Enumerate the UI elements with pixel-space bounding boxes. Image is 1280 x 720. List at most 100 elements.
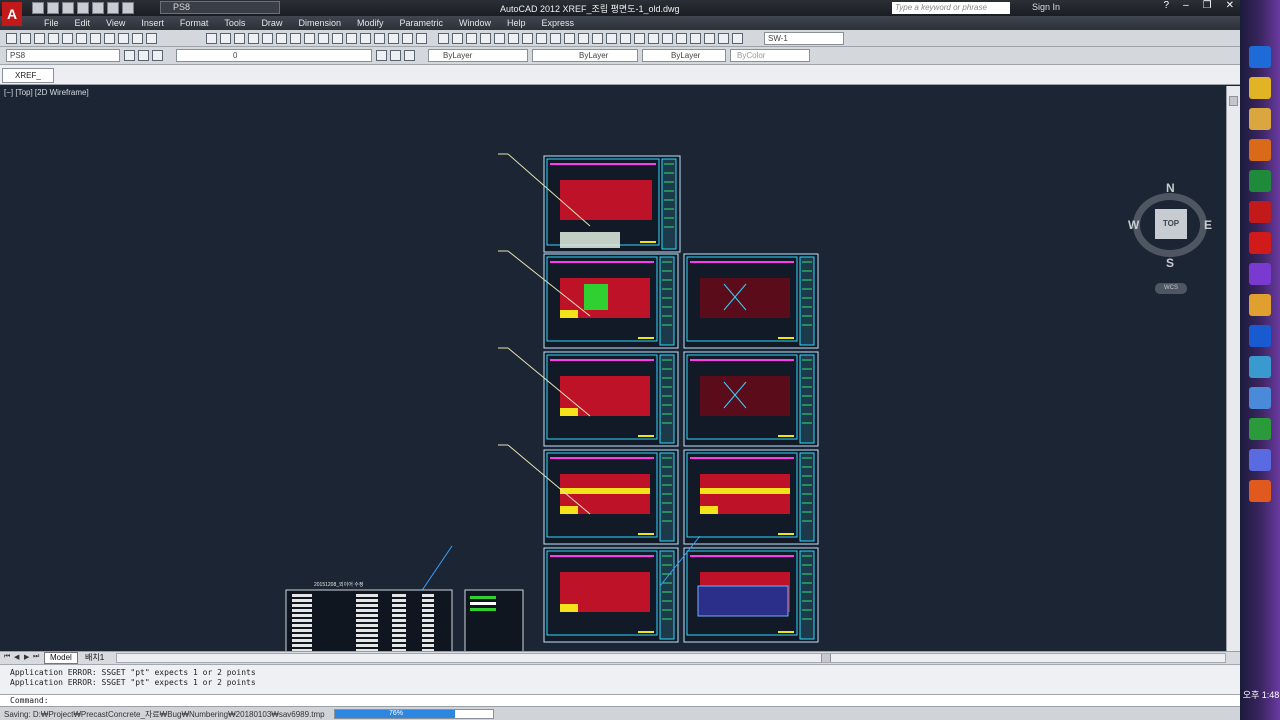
compass-north[interactable]: N bbox=[1166, 181, 1175, 195]
horizontal-scrollbar[interactable] bbox=[116, 653, 1226, 663]
acrobat-icon[interactable] bbox=[1249, 232, 1271, 254]
named-view-select[interactable]: SW-1 bbox=[764, 32, 844, 45]
visual-studio-icon[interactable] bbox=[1249, 263, 1271, 285]
drawing-canvas[interactable]: [−] [Top] [2D Wireframe] 20151208_외이어 수정… bbox=[0, 86, 1226, 651]
menu-help[interactable]: Help bbox=[499, 16, 534, 30]
tool-20-icon[interactable] bbox=[332, 33, 343, 44]
tool-36-icon[interactable] bbox=[564, 33, 575, 44]
compass-south[interactable]: S bbox=[1166, 256, 1174, 270]
dp-icon[interactable] bbox=[1249, 325, 1271, 347]
tool-0-icon[interactable] bbox=[6, 33, 17, 44]
menu-file[interactable]: File bbox=[36, 16, 67, 30]
tool-48-icon[interactable] bbox=[732, 33, 743, 44]
tool-5-icon[interactable] bbox=[404, 50, 415, 61]
tool-9-icon[interactable] bbox=[132, 33, 143, 44]
tool-27-icon[interactable] bbox=[438, 33, 449, 44]
save-icon[interactable] bbox=[62, 2, 74, 14]
tool-46-icon[interactable] bbox=[704, 33, 715, 44]
search-input[interactable]: Type a keyword or phrase bbox=[892, 2, 1010, 14]
close-icon[interactable]: ✕ bbox=[1226, 0, 1234, 11]
new-icon[interactable] bbox=[32, 2, 44, 14]
menu-parametric[interactable]: Parametric bbox=[392, 16, 452, 30]
tool-23-icon[interactable] bbox=[374, 33, 385, 44]
file-tab[interactable]: XREF_조... bbox=[2, 68, 54, 93]
tool-15-icon[interactable] bbox=[262, 33, 273, 44]
tool-34-icon[interactable] bbox=[536, 33, 547, 44]
prev-tab-arrow-icon[interactable]: ◀ bbox=[14, 653, 22, 662]
tab-model[interactable]: Model bbox=[44, 652, 78, 664]
tool-4-icon[interactable] bbox=[62, 33, 73, 44]
tool-24-icon[interactable] bbox=[388, 33, 399, 44]
tool-47-icon[interactable] bbox=[718, 33, 729, 44]
menu-format[interactable]: Format bbox=[172, 16, 217, 30]
tool-1-icon[interactable] bbox=[138, 50, 149, 61]
media-player-icon[interactable] bbox=[1249, 139, 1271, 161]
first-tab-arrow-icon[interactable]: ⏮ bbox=[4, 653, 12, 662]
ucs-menu[interactable]: WCS bbox=[1155, 283, 1187, 294]
tool-35-icon[interactable] bbox=[550, 33, 561, 44]
tool-31-icon[interactable] bbox=[494, 33, 505, 44]
tool-10-icon[interactable] bbox=[146, 33, 157, 44]
paint-icon[interactable] bbox=[1249, 356, 1271, 378]
lineweight-select[interactable]: ByLayer bbox=[642, 49, 726, 62]
tool-26-icon[interactable] bbox=[416, 33, 427, 44]
menu-window[interactable]: Window bbox=[451, 16, 499, 30]
autocad-icon[interactable] bbox=[1249, 201, 1271, 223]
menu-express[interactable]: Express bbox=[534, 16, 583, 30]
tool-21-icon[interactable] bbox=[346, 33, 357, 44]
system-clock[interactable]: 오후 1:48 bbox=[1241, 688, 1280, 701]
tool-1-icon[interactable] bbox=[20, 33, 31, 44]
tool-40-icon[interactable] bbox=[620, 33, 631, 44]
chart-icon[interactable] bbox=[1249, 418, 1271, 440]
last-tab-arrow-icon[interactable]: ⏭ bbox=[33, 653, 41, 662]
tool-0-icon[interactable] bbox=[124, 50, 135, 61]
tool-2-icon[interactable] bbox=[34, 33, 45, 44]
undo-icon[interactable] bbox=[107, 2, 119, 14]
tool-14-icon[interactable] bbox=[248, 33, 259, 44]
saveas-icon[interactable] bbox=[77, 2, 89, 14]
document-icon[interactable] bbox=[1249, 387, 1271, 409]
viewcube-top-face[interactable]: TOP bbox=[1155, 209, 1187, 239]
layer-current-select[interactable]: 0 bbox=[176, 49, 372, 62]
tool-43-icon[interactable] bbox=[662, 33, 673, 44]
print-icon[interactable] bbox=[92, 2, 104, 14]
minimize-icon[interactable]: – bbox=[1183, 0, 1189, 11]
excel-icon[interactable] bbox=[1249, 170, 1271, 192]
next-tab-arrow-icon[interactable]: ▶ bbox=[24, 653, 32, 662]
tool-8-icon[interactable] bbox=[118, 33, 129, 44]
office-icon[interactable] bbox=[1249, 480, 1271, 502]
chrome-icon[interactable] bbox=[1249, 77, 1271, 99]
tool-44-icon[interactable] bbox=[676, 33, 687, 44]
internet-explorer-icon[interactable] bbox=[1249, 46, 1271, 68]
menu-draw[interactable]: Draw bbox=[253, 16, 290, 30]
command-input[interactable]: Command: bbox=[0, 694, 1240, 706]
viewport-controls[interactable]: [−] [Top] [2D Wireframe] bbox=[4, 88, 89, 97]
tool-7-icon[interactable] bbox=[104, 33, 115, 44]
menu-dimension[interactable]: Dimension bbox=[290, 16, 349, 30]
horizontal-scroll-thumb[interactable] bbox=[821, 654, 831, 662]
compass-west[interactable]: W bbox=[1128, 218, 1139, 232]
open-icon[interactable] bbox=[47, 2, 59, 14]
layer-select[interactable]: PS8 bbox=[6, 49, 120, 62]
vertical-scrollbar[interactable] bbox=[1226, 86, 1240, 651]
linetype-select[interactable]: ByLayer bbox=[532, 49, 638, 62]
compass-east[interactable]: E bbox=[1204, 218, 1212, 232]
plotstyle-select[interactable]: ByColor bbox=[730, 49, 810, 62]
tool-18-icon[interactable] bbox=[304, 33, 315, 44]
menu-insert[interactable]: Insert bbox=[133, 16, 172, 30]
bug-tool-icon[interactable] bbox=[1249, 294, 1271, 316]
tool-22-icon[interactable] bbox=[360, 33, 371, 44]
tool-2-icon[interactable] bbox=[152, 50, 163, 61]
menu-modify[interactable]: Modify bbox=[349, 16, 392, 30]
tool-3-icon[interactable] bbox=[48, 33, 59, 44]
network-icon[interactable] bbox=[1249, 449, 1271, 471]
menu-tools[interactable]: Tools bbox=[216, 16, 253, 30]
help-icon[interactable]: ? bbox=[1164, 0, 1170, 11]
tool-39-icon[interactable] bbox=[606, 33, 617, 44]
tool-25-icon[interactable] bbox=[402, 33, 413, 44]
tool-19-icon[interactable] bbox=[318, 33, 329, 44]
tab-layout1[interactable]: 배치1 bbox=[80, 652, 109, 664]
workspace-select[interactable]: PS8 bbox=[160, 1, 280, 14]
tool-6-icon[interactable] bbox=[90, 33, 101, 44]
tool-41-icon[interactable] bbox=[634, 33, 645, 44]
